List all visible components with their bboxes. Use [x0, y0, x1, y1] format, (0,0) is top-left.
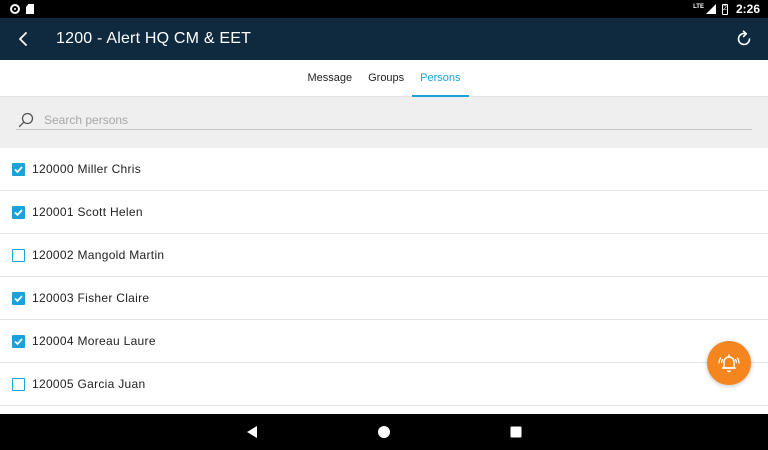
system-nav-bar [0, 414, 768, 450]
person-row[interactable]: 120002 Mangold Martin [0, 234, 768, 277]
status-left [10, 4, 34, 14]
person-row[interactable]: 120004 Moreau Laure [0, 320, 768, 363]
refresh-button[interactable] [720, 18, 768, 60]
battery-icon: 2 [721, 3, 728, 15]
tab-groups[interactable]: Groups [360, 60, 412, 96]
status-bar: LTE 2 2:26 [0, 0, 768, 18]
status-right: LTE 2 2:26 [693, 2, 760, 16]
check-icon [14, 337, 23, 345]
page-title: 1200 - Alert HQ CM & EET [56, 30, 252, 47]
check-icon [14, 165, 23, 173]
circle-home-icon [378, 426, 390, 438]
nav-recents-button[interactable] [504, 420, 528, 444]
square-recents-icon [510, 426, 522, 438]
alarm-bell-icon [718, 354, 740, 373]
search-box [16, 110, 752, 130]
checkbox-unchecked[interactable] [12, 248, 25, 262]
sd-card-icon [26, 4, 34, 14]
status-time: 2:26 [735, 2, 760, 16]
person-label: 120001 Scott Helen [32, 205, 143, 219]
checkbox-checked[interactable] [12, 291, 25, 305]
nav-home-button[interactable] [372, 420, 396, 444]
person-row[interactable]: 120005 Garcia Juan [0, 363, 768, 406]
person-list: 120000 Miller Chris 120001 Scott Helen 1… [0, 148, 768, 414]
tab-persons[interactable]: Persons [412, 60, 469, 97]
search-input[interactable] [44, 112, 724, 127]
search-icon [16, 110, 36, 130]
nav-back-button[interactable] [240, 420, 264, 444]
app-bar: 1200 - Alert HQ CM & EET [0, 18, 768, 60]
alarm-fab-button[interactable] [707, 341, 751, 385]
triangle-back-icon [247, 426, 257, 438]
chevron-left-icon [19, 32, 27, 46]
person-row[interactable]: 120001 Scott Helen [0, 191, 768, 234]
signal-icon [705, 4, 716, 14]
person-label: 120004 Moreau Laure [32, 334, 156, 348]
tab-bar: Message Groups Persons [0, 60, 768, 97]
tab-message[interactable]: Message [299, 60, 360, 96]
checkbox-checked[interactable] [12, 162, 25, 176]
check-icon [14, 208, 23, 216]
person-label: 120000 Miller Chris [32, 162, 142, 176]
person-row[interactable]: 120003 Fisher Claire [0, 277, 768, 320]
screen: LTE 2 2:26 1200 - Alert HQ CM & EET Mess… [0, 0, 768, 450]
checkbox-checked[interactable] [12, 205, 25, 219]
person-label: 120002 Mangold Martin [32, 248, 165, 262]
check-icon [14, 294, 23, 302]
person-row[interactable]: 120000 Miller Chris [0, 148, 768, 191]
checkbox-checked[interactable] [12, 334, 25, 348]
back-button[interactable] [0, 18, 46, 60]
checkbox-unchecked[interactable] [12, 377, 25, 391]
search-area [0, 97, 768, 148]
network-type: LTE [693, 3, 704, 10]
person-label: 120003 Fisher Claire [32, 291, 150, 305]
refresh-icon [737, 30, 751, 46]
person-label: 120005 Garcia Juan [32, 377, 146, 391]
notification-icon [10, 4, 20, 14]
